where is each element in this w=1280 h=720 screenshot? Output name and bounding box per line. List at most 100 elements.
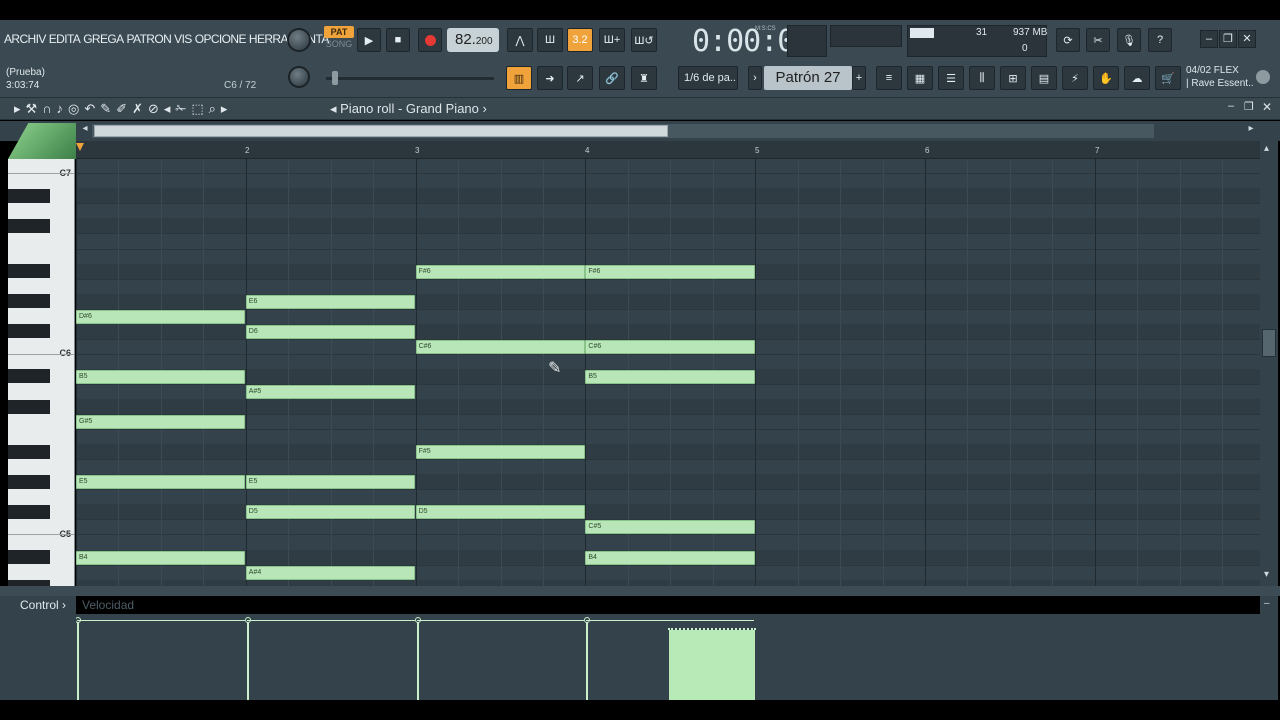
scroll-down-icon[interactable]: ▾	[1264, 569, 1269, 580]
playhead-marker[interactable]	[76, 143, 84, 151]
vertical-scroll-thumb[interactable]	[1262, 329, 1276, 357]
menu-archivo[interactable]: ARCHIV	[4, 32, 46, 46]
black-key[interactable]	[8, 264, 50, 279]
pat-song-toggle[interactable]: PAT SONG	[324, 26, 354, 52]
wait-input-button[interactable]: Ш	[537, 28, 563, 52]
pattern-add-button[interactable]: +	[852, 66, 866, 90]
mute-icon[interactable]: ⊘	[148, 101, 164, 116]
link-button[interactable]: 🔗	[599, 66, 625, 90]
note[interactable]: G#5	[76, 415, 246, 430]
scroll-left-icon[interactable]: ◂	[78, 123, 92, 139]
pitch-slider-handle[interactable]	[332, 71, 338, 85]
help-button[interactable]: ?	[1148, 28, 1172, 52]
select-icon[interactable]: ⬚	[191, 101, 208, 116]
menu-editar[interactable]: EDITA	[49, 32, 81, 46]
touch-controller-button[interactable]: ✋	[1093, 66, 1119, 90]
app-restore-button[interactable]: ❐	[1219, 30, 1237, 48]
note[interactable]: D5	[245, 505, 416, 520]
velocity-stem[interactable]	[586, 620, 589, 700]
pattern-selector[interactable]: Patrón 27	[764, 66, 852, 90]
countdown-button[interactable]: 3.2	[567, 28, 593, 52]
note[interactable]: A#4	[245, 565, 416, 580]
velocity-editor[interactable]	[76, 614, 1260, 700]
note[interactable]: A#5	[245, 384, 416, 399]
editor-splitter[interactable]	[0, 586, 1280, 596]
note[interactable]: B5	[76, 369, 246, 384]
control-target-selector[interactable]: Control ›	[0, 596, 76, 700]
globe-icon[interactable]	[1256, 70, 1270, 84]
black-key[interactable]	[8, 369, 50, 384]
target-icon[interactable]: ◎	[68, 101, 84, 116]
note[interactable]: C#5	[585, 520, 755, 535]
note[interactable]: F#5	[415, 445, 585, 460]
pattern-prev-button[interactable]: ›	[748, 66, 762, 90]
play-button[interactable]: ▶	[357, 28, 381, 52]
shop-button[interactable]: 🛒	[1155, 66, 1181, 90]
pat-mode[interactable]: PAT	[324, 26, 354, 38]
channel-tree-button[interactable]: ⊞	[1000, 66, 1026, 90]
note[interactable]: C#6	[415, 339, 585, 354]
pitch-button[interactable]: ↗	[567, 66, 593, 90]
black-key[interactable]	[8, 444, 50, 459]
piano-keyboard[interactable]: C7 C6 C5	[8, 159, 75, 586]
magnet-icon[interactable]: ∩	[42, 101, 56, 116]
black-key[interactable]	[8, 504, 50, 519]
master-pitch-slider[interactable]	[326, 71, 494, 85]
browser-button[interactable]: ▤	[1031, 66, 1057, 90]
note[interactable]: D#6	[76, 309, 246, 324]
scroll-right-icon[interactable]: ▸	[1244, 123, 1258, 139]
pattern-list-button[interactable]: ☰	[938, 66, 964, 90]
master-pitch-knob[interactable]	[288, 66, 310, 88]
cloud-button[interactable]: ☁	[1124, 66, 1150, 90]
undo-icon[interactable]: ↶	[84, 101, 100, 116]
plugin-picker-button[interactable]: ⚡	[1062, 66, 1088, 90]
black-key[interactable]	[8, 188, 50, 203]
app-close-button[interactable]: ✕	[1238, 30, 1256, 48]
piano-roll-maximize-button[interactable]: ❐	[1244, 100, 1254, 113]
blend-notes-button[interactable]: Ш+	[599, 28, 625, 52]
black-key[interactable]	[8, 324, 50, 339]
channel-rack-button[interactable]: ▦	[907, 66, 933, 90]
delete-icon[interactable]: ✗	[132, 101, 148, 116]
menu-vista[interactable]: VIS	[174, 32, 192, 46]
speaker-icon[interactable]: ◂	[164, 101, 176, 116]
tools-button[interactable]: ✂	[1086, 28, 1110, 52]
step-sequencer-button[interactable]: ➜	[537, 66, 563, 90]
note[interactable]: B5	[585, 369, 755, 384]
stamp-button[interactable]: ♜	[631, 66, 657, 90]
playlist-button[interactable]: ≡	[876, 66, 902, 90]
slice-icon[interactable]: ✁	[175, 101, 191, 116]
menu-arrow-icon[interactable]: ▸	[14, 101, 26, 116]
note-icon[interactable]: ♪	[57, 101, 69, 116]
velocity-block[interactable]	[669, 630, 755, 700]
note-grid[interactable]: F#6 F#6 E6 D#6 D6 C#6 C#6 B5 B5 A#5 G#5 F#5 E5 E5 D5 D5…	[76, 159, 1260, 586]
pencil-icon[interactable]: ✎	[100, 101, 116, 116]
stop-button[interactable]: ■	[386, 28, 410, 52]
note[interactable]: D6	[245, 324, 416, 339]
piano-roll-button[interactable]: ▥	[506, 66, 532, 90]
snap-selector[interactable]: 1/6 de pa..	[678, 66, 738, 90]
timeline-ruler[interactable]: 2 3 4 5 6 7	[76, 141, 1260, 159]
refresh-button[interactable]: ⟳	[1056, 28, 1080, 52]
event-menu-icon[interactable]: –	[1264, 598, 1270, 609]
master-volume-knob[interactable]	[287, 28, 311, 52]
piano-roll-close-button[interactable]: ✕	[1262, 100, 1272, 114]
song-mode[interactable]: SONG	[324, 38, 354, 50]
velocity-stem[interactable]	[77, 620, 79, 700]
loop-record-button[interactable]: Ш↺	[631, 28, 657, 52]
wrench-icon[interactable]: ⚒	[26, 101, 43, 116]
velocity-stem[interactable]	[416, 620, 419, 700]
app-minimize-button[interactable]: –	[1200, 30, 1218, 48]
microphone-button[interactable]: 🎙	[1117, 28, 1141, 52]
mixer-button[interactable]: ⫼	[969, 66, 995, 90]
menu-agregar[interactable]: GREGA	[83, 32, 124, 46]
brush-icon[interactable]: ✐	[116, 101, 132, 116]
note[interactable]: D5	[415, 505, 585, 520]
playback-icon[interactable]: ▸	[221, 101, 233, 116]
horizontal-scroll-thumb[interactable]	[94, 125, 668, 137]
black-key[interactable]	[8, 474, 50, 489]
note[interactable]: F#6	[585, 264, 755, 279]
tempo-display[interactable]: 82.200	[447, 28, 499, 52]
plugin-info[interactable]: 04/02 FLEX | Rave Essent..	[1186, 64, 1254, 90]
menu-opciones[interactable]: OPCIONE	[195, 32, 247, 46]
